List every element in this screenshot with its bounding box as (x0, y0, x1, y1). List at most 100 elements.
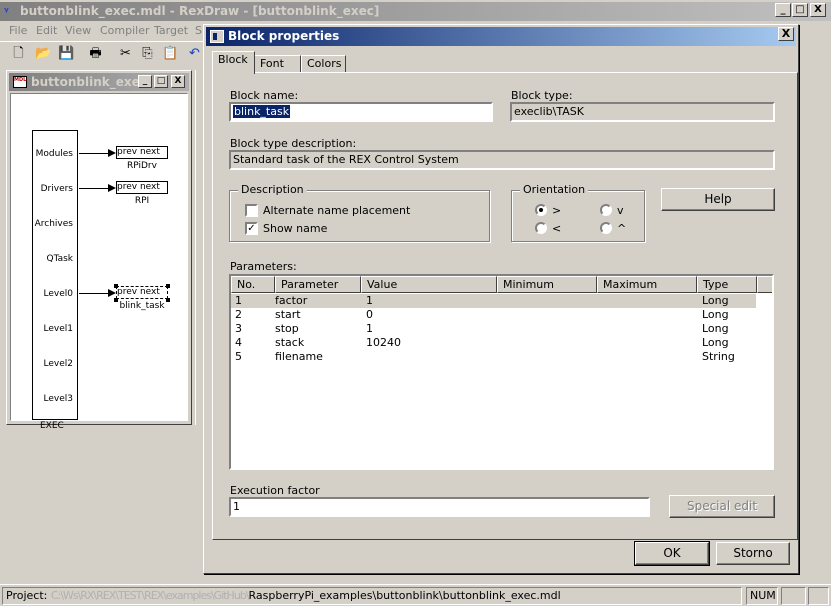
ok-button[interactable]: OK (634, 541, 710, 566)
main-title-bar[interactable]: ᵞ buttonblink_exec.mdl - RexDraw - [butt… (0, 2, 831, 21)
print-icon[interactable]: 🖶 (86, 45, 105, 63)
project-path-hidden: C:\Ws\RX\REX\TEST\REX\examples\GitHub\ (50, 589, 250, 602)
mdi-close-button[interactable]: X (171, 75, 185, 88)
arrow-drivers (108, 184, 116, 192)
block-type-description-field: Standard task of the REX Control System (229, 150, 775, 170)
menu-target[interactable]: Target (154, 24, 188, 37)
toolbar: 🗋 📂 💾 🖶 ✂ ⎘ 📋 ↶ (0, 41, 210, 65)
exec-output-level0: Level0 (43, 289, 73, 299)
cell-no: 3 (235, 322, 242, 335)
wire-modules (79, 153, 109, 154)
task-name-blink-task: blink_task (119, 301, 165, 311)
tab-block[interactable]: Block (212, 51, 255, 74)
exec-block[interactable]: Modules Drivers Archives QTask Level0 Le… (32, 130, 78, 420)
block-type-field: execlib\TASK (510, 102, 775, 122)
exec-block-name: EXEC (40, 421, 64, 431)
column-header-parameter[interactable]: Parameter (275, 276, 361, 293)
table-row[interactable]: 4 stack 10240 Long (231, 336, 756, 350)
block-properties-dialog: Block properties X Block Font Colors Blo… (203, 24, 799, 574)
orientation-left-label: < (552, 222, 562, 235)
open-icon[interactable]: 📂 (34, 45, 53, 63)
cell-type: Long (702, 322, 729, 335)
alternate-name-checkbox[interactable] (245, 204, 258, 217)
show-name-checkbox[interactable]: ✓ (245, 222, 258, 235)
task-block-rpidrv[interactable]: prev next (116, 146, 168, 159)
menu-file[interactable]: File (9, 24, 27, 37)
arrow-modules (108, 149, 116, 157)
cell-type: Long (702, 294, 729, 307)
paste-icon[interactable]: 📋 (161, 45, 180, 63)
task-block-rpi[interactable]: prev next (116, 181, 168, 194)
selection-handle[interactable] (114, 284, 118, 288)
parameters-table[interactable]: No. Parameter Value Minimum Maximum Type… (229, 274, 774, 470)
task-block-blink-task[interactable]: prev next (116, 286, 168, 299)
exec-output-archives: Archives (34, 219, 73, 229)
column-header-value[interactable]: Value (361, 276, 497, 293)
save-icon[interactable]: 💾 (57, 45, 76, 63)
tab-colors[interactable]: Colors (301, 55, 346, 73)
dialog-title-bar[interactable]: Block properties (206, 27, 796, 46)
table-row[interactable]: 2 start 0 Long (231, 308, 756, 322)
mdl-file-icon: MDL (13, 76, 27, 88)
new-icon[interactable]: 🗋 (9, 45, 28, 63)
menu-s[interactable]: S (195, 24, 202, 37)
cell-value: 0 (366, 308, 373, 321)
mdi-document-window: MDL buttonblink_exec _ □ X Modules Drive… (6, 70, 192, 431)
undo-icon[interactable]: ↶ (185, 45, 204, 63)
cell-no: 4 (235, 336, 242, 349)
column-header-maximum[interactable]: Maximum (597, 276, 697, 293)
table-row[interactable]: 3 stop 1 Long (231, 322, 756, 336)
special-edit-button[interactable]: Special edit (669, 495, 775, 518)
arrow-level0 (108, 289, 116, 297)
close-button[interactable]: X (810, 3, 826, 17)
column-header-type[interactable]: Type (697, 276, 757, 293)
copy-icon[interactable]: ⎘ (138, 45, 157, 63)
storno-button[interactable]: Storno (716, 542, 790, 565)
diagram-canvas[interactable]: Modules Drivers Archives QTask Level0 Le… (10, 93, 188, 431)
cell-value: 1 (366, 294, 373, 307)
cell-type: Long (702, 308, 729, 321)
cell-parameter: filename (275, 350, 323, 363)
description-group-title: Description (238, 184, 307, 196)
menu-view[interactable]: View (65, 24, 91, 37)
orientation-right-label: > (552, 204, 562, 217)
status-pane-empty (781, 587, 806, 605)
orientation-up-radio[interactable] (600, 222, 612, 234)
block-name-input[interactable]: blink_task (229, 102, 493, 122)
menu-compiler[interactable]: Compiler (100, 24, 150, 37)
mdi-maximize-button[interactable]: □ (154, 75, 168, 88)
orientation-right-radio[interactable] (535, 204, 547, 216)
block-name-label: Block name: (230, 89, 299, 102)
exec-output-level2: Level2 (43, 359, 73, 369)
cut-icon[interactable]: ✂ (116, 45, 135, 63)
orientation-group-title: Orientation (520, 184, 589, 196)
orientation-down-label: v (617, 204, 624, 217)
table-row[interactable]: 1 factor 1 Long (231, 294, 756, 308)
minimize-button[interactable]: _ (775, 3, 791, 17)
rexdraw-app-icon[interactable]: ᵞ (4, 5, 18, 18)
dialog-close-button[interactable]: X (778, 27, 794, 41)
status-pane-empty (808, 587, 829, 605)
tab-font[interactable]: Font (254, 55, 301, 73)
column-header-minimum[interactable]: Minimum (497, 276, 597, 293)
cell-value: 1 (366, 322, 373, 335)
selection-handle[interactable] (166, 284, 170, 288)
menu-edit[interactable]: Edit (36, 24, 57, 37)
mdi-minimize-button[interactable]: _ (138, 75, 152, 88)
cell-no: 5 (235, 350, 242, 363)
alternate-name-label: Alternate name placement (263, 204, 411, 217)
maximize-button[interactable]: □ (792, 3, 808, 17)
exec-output-level1: Level1 (43, 324, 73, 334)
status-bar: Project: C:\Ws\RX\REX\TEST\REX\examples\… (0, 584, 831, 606)
orientation-down-radio[interactable] (600, 204, 612, 216)
table-row[interactable]: 5 filename String (231, 350, 756, 364)
cell-no: 2 (235, 308, 242, 321)
exec-output-level3: Level3 (43, 394, 73, 404)
column-header-no[interactable]: No. (231, 276, 275, 293)
cell-type: Long (702, 336, 729, 349)
execution-factor-label: Execution factor (230, 484, 320, 497)
orientation-left-radio[interactable] (535, 222, 547, 234)
cell-parameter: factor (275, 294, 308, 307)
execution-factor-input[interactable]: 1 (229, 497, 650, 517)
help-button[interactable]: Help (661, 188, 775, 211)
